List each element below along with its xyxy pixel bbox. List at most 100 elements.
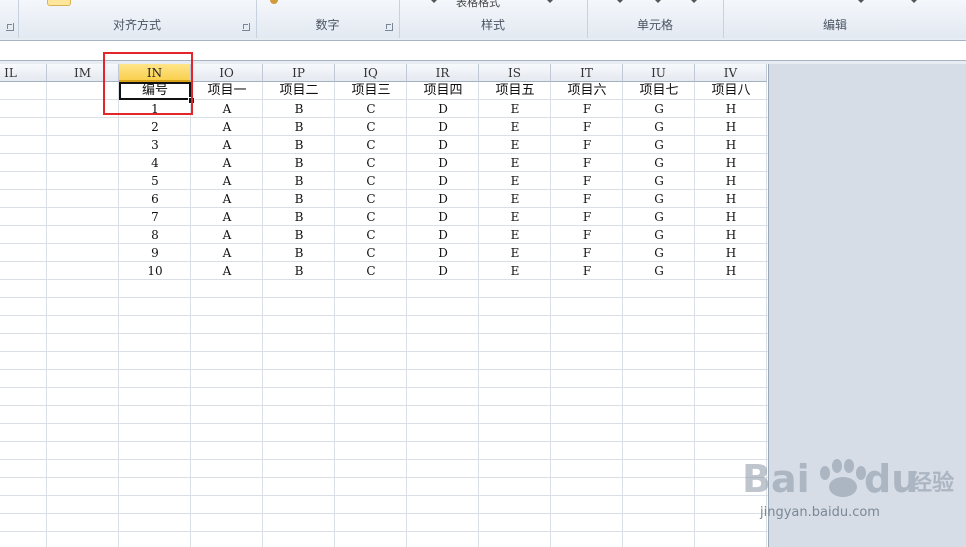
dialog-launcher-icon[interactable] — [6, 23, 14, 31]
formula-input[interactable] — [0, 40, 966, 61]
column-header-ip[interactable]: IP — [263, 64, 335, 82]
table-cell[interactable]: F — [551, 190, 623, 208]
table-cell[interactable]: E — [479, 136, 551, 154]
table-cell[interactable]: B — [263, 118, 335, 136]
table-cell[interactable]: G — [623, 244, 695, 262]
table-cell[interactable]: 8 — [119, 226, 191, 244]
table-cell[interactable]: G — [623, 118, 695, 136]
table-cell[interactable]: E — [479, 154, 551, 172]
table-cell[interactable]: B — [263, 190, 335, 208]
table-cell[interactable]: C — [335, 100, 407, 118]
column-header-ir[interactable]: IR — [407, 64, 479, 82]
table-cell[interactable]: F — [551, 262, 623, 280]
table-cell[interactable]: 2 — [119, 118, 191, 136]
table-cell[interactable]: B — [263, 262, 335, 280]
table-cell[interactable]: H — [695, 136, 767, 154]
table-cell[interactable]: A — [191, 100, 263, 118]
table-cell[interactable]: D — [407, 244, 479, 262]
chevron-down-icon[interactable] — [911, 0, 917, 3]
table-cell[interactable]: A — [191, 208, 263, 226]
table-cell[interactable]: G — [623, 208, 695, 226]
chevron-down-icon[interactable] — [858, 0, 864, 3]
table-cell[interactable]: E — [479, 100, 551, 118]
table-cell[interactable]: E — [479, 190, 551, 208]
table-cell[interactable]: D — [407, 208, 479, 226]
table-cell[interactable]: D — [407, 154, 479, 172]
table-cell[interactable]: F — [551, 154, 623, 172]
table-cell[interactable]: A — [191, 190, 263, 208]
header-cell[interactable]: 编号 — [119, 82, 191, 100]
table-cell[interactable]: G — [623, 226, 695, 244]
table-cell[interactable]: A — [191, 118, 263, 136]
table-cell[interactable]: H — [695, 118, 767, 136]
table-cell[interactable]: A — [191, 244, 263, 262]
table-cell[interactable]: C — [335, 244, 407, 262]
table-cell[interactable]: D — [407, 190, 479, 208]
column-header-im[interactable]: IM — [47, 64, 119, 82]
table-cell[interactable]: H — [695, 262, 767, 280]
table-cell[interactable]: B — [263, 208, 335, 226]
table-cell[interactable]: E — [479, 118, 551, 136]
table-format-button-stub[interactable]: 表格格式 — [456, 0, 500, 10]
table-cell[interactable]: F — [551, 136, 623, 154]
column-header-iv[interactable]: IV — [695, 64, 767, 82]
table-cell[interactable]: 7 — [119, 208, 191, 226]
table-cell[interactable]: B — [263, 100, 335, 118]
chevron-down-icon[interactable] — [655, 0, 661, 3]
chevron-down-icon[interactable] — [691, 0, 697, 3]
table-cell[interactable]: G — [623, 262, 695, 280]
table-cell[interactable]: C — [335, 226, 407, 244]
table-cell[interactable]: 1 — [119, 100, 191, 118]
table-cell[interactable]: G — [623, 136, 695, 154]
table-cell[interactable]: F — [551, 172, 623, 190]
table-cell[interactable]: D — [407, 118, 479, 136]
table-cell[interactable]: C — [335, 136, 407, 154]
column-header-is[interactable]: IS — [479, 64, 551, 82]
table-cell[interactable]: F — [551, 226, 623, 244]
table-cell[interactable]: E — [479, 226, 551, 244]
table-cell[interactable]: A — [191, 154, 263, 172]
table-cell[interactable]: H — [695, 244, 767, 262]
table-cell[interactable]: G — [623, 172, 695, 190]
header-cell[interactable]: 项目二 — [263, 82, 335, 100]
column-header-io[interactable]: IO — [191, 64, 263, 82]
header-cell[interactable]: 项目一 — [191, 82, 263, 100]
header-cell[interactable]: 项目六 — [551, 82, 623, 100]
table-cell[interactable]: D — [407, 226, 479, 244]
dialog-launcher-icon[interactable] — [242, 23, 250, 31]
table-cell[interactable]: G — [623, 100, 695, 118]
table-cell[interactable]: E — [479, 172, 551, 190]
table-cell[interactable]: H — [695, 154, 767, 172]
table-cell[interactable]: H — [695, 208, 767, 226]
table-cell[interactable]: 4 — [119, 154, 191, 172]
table-cell[interactable]: B — [263, 226, 335, 244]
table-cell[interactable]: D — [407, 172, 479, 190]
table-cell[interactable]: 3 — [119, 136, 191, 154]
table-cell[interactable]: B — [263, 172, 335, 190]
header-cell[interactable]: 项目四 — [407, 82, 479, 100]
table-cell[interactable]: A — [191, 172, 263, 190]
header-cell[interactable]: 项目八 — [695, 82, 767, 100]
table-cell[interactable]: C — [335, 208, 407, 226]
column-header-it[interactable]: IT — [551, 64, 623, 82]
table-cell[interactable]: C — [335, 154, 407, 172]
table-cell[interactable]: H — [695, 226, 767, 244]
table-cell[interactable]: F — [551, 208, 623, 226]
fill-handle[interactable] — [188, 97, 195, 104]
table-cell[interactable]: G — [623, 154, 695, 172]
chevron-down-icon[interactable] — [617, 0, 623, 3]
table-cell[interactable]: 6 — [119, 190, 191, 208]
table-cell[interactable]: B — [263, 244, 335, 262]
table-cell[interactable]: C — [335, 262, 407, 280]
chevron-down-icon[interactable] — [431, 0, 437, 3]
table-cell[interactable]: A — [191, 262, 263, 280]
table-cell[interactable]: D — [407, 262, 479, 280]
header-cell[interactable]: 项目七 — [623, 82, 695, 100]
dialog-launcher-icon[interactable] — [385, 23, 393, 31]
table-cell[interactable]: E — [479, 244, 551, 262]
header-cell[interactable]: 项目五 — [479, 82, 551, 100]
table-cell[interactable]: C — [335, 118, 407, 136]
table-cell[interactable]: F — [551, 118, 623, 136]
header-cell[interactable]: 项目三 — [335, 82, 407, 100]
table-cell[interactable]: D — [407, 100, 479, 118]
